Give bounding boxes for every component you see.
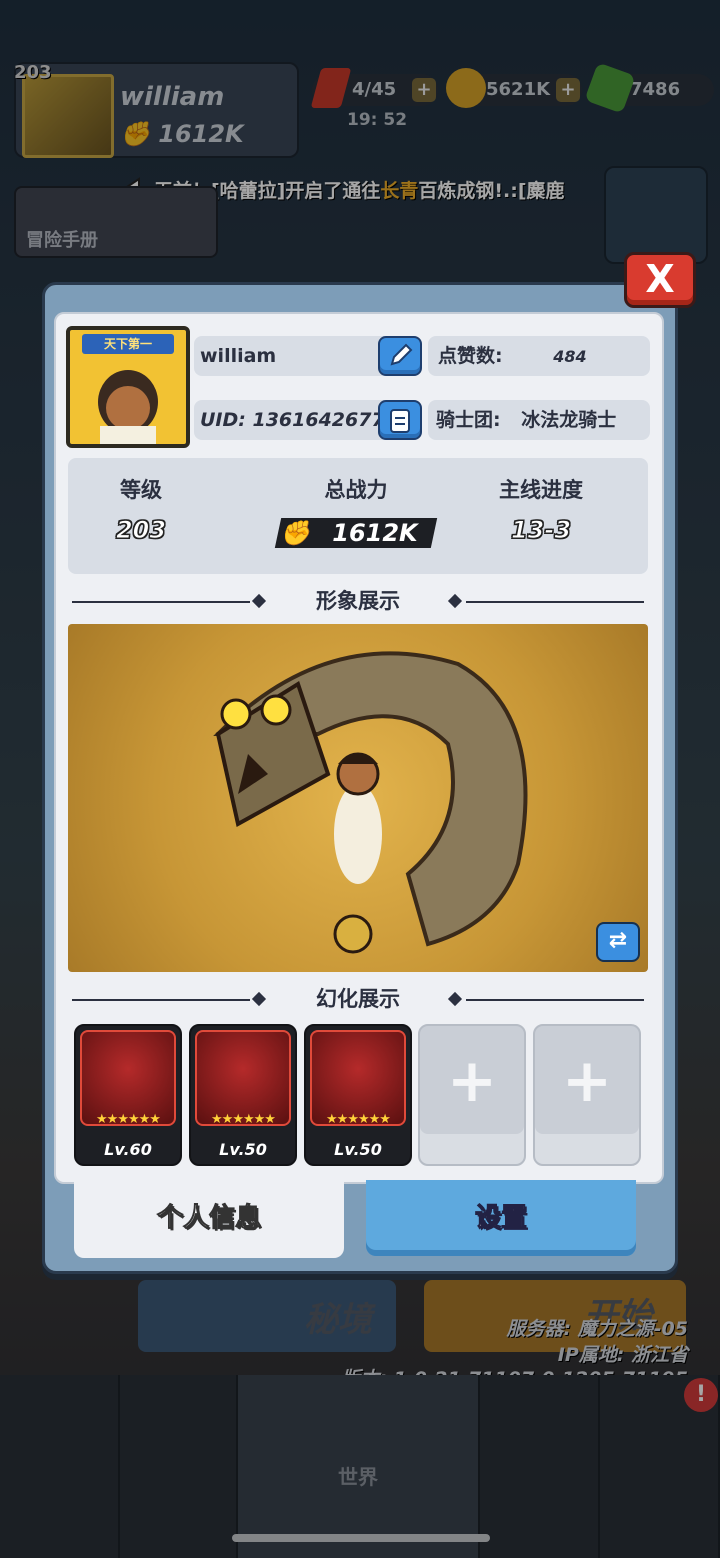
copy-icon	[390, 409, 410, 433]
slot-level: Lv.50	[219, 1140, 267, 1159]
profile-avatar[interactable]: 天下第一	[66, 326, 190, 448]
slot-stars: ★★★★★★	[211, 1112, 276, 1127]
avatar-portrait	[98, 370, 158, 444]
likes-field: 点赞数: 484	[428, 336, 650, 376]
add-icon: +	[561, 1046, 613, 1116]
slot-level: Lv.60	[104, 1140, 152, 1159]
add-icon: +	[446, 1046, 498, 1116]
transform-slot-empty-2[interactable]: +	[533, 1024, 641, 1166]
tab-settings[interactable]: 设置	[366, 1180, 636, 1256]
avatar-title-banner: 天下第一	[82, 334, 174, 354]
transform-section-header: 幻化展示	[72, 984, 644, 1014]
slot-stars: ★★★★★★	[326, 1112, 391, 1127]
power-fist-icon: ✊	[280, 519, 310, 547]
swap-icon: ⇄	[608, 928, 628, 953]
slot-level: Lv.50	[334, 1140, 382, 1159]
copy-uid-button[interactable]	[378, 400, 422, 440]
guild-name: 冰法龙骑士	[521, 409, 617, 431]
transform-slot-3[interactable]: ★★★★★★ Lv.50	[304, 1024, 412, 1166]
close-button[interactable]: X	[624, 252, 696, 308]
edit-name-button[interactable]	[378, 336, 422, 376]
transform-slot-empty-1[interactable]: +	[418, 1024, 526, 1166]
guild-field: 骑士团: 冰法龙骑士	[428, 400, 650, 440]
appearance-section-header: 形象展示	[72, 586, 644, 616]
tab-personal-info[interactable]: 个人信息	[74, 1180, 344, 1258]
stat-level: 等级 203	[115, 478, 167, 545]
swap-appearance-button[interactable]: ⇄	[596, 922, 640, 962]
power-value: ✊ 1612K	[280, 519, 418, 547]
edit-icon	[390, 343, 413, 366]
transform-slot-2[interactable]: ★★★★★★ Lv.50	[189, 1024, 297, 1166]
likes-count: 484	[553, 347, 587, 366]
slot-stars: ★★★★★★	[96, 1112, 161, 1127]
dragon-character-art	[213, 651, 528, 954]
stat-progress: 主线进度 13-3	[499, 478, 583, 545]
appearance-showcase	[68, 624, 648, 972]
transform-slot-1[interactable]: ★★★★★★ Lv.60	[74, 1024, 182, 1166]
close-icon: X	[645, 257, 675, 301]
